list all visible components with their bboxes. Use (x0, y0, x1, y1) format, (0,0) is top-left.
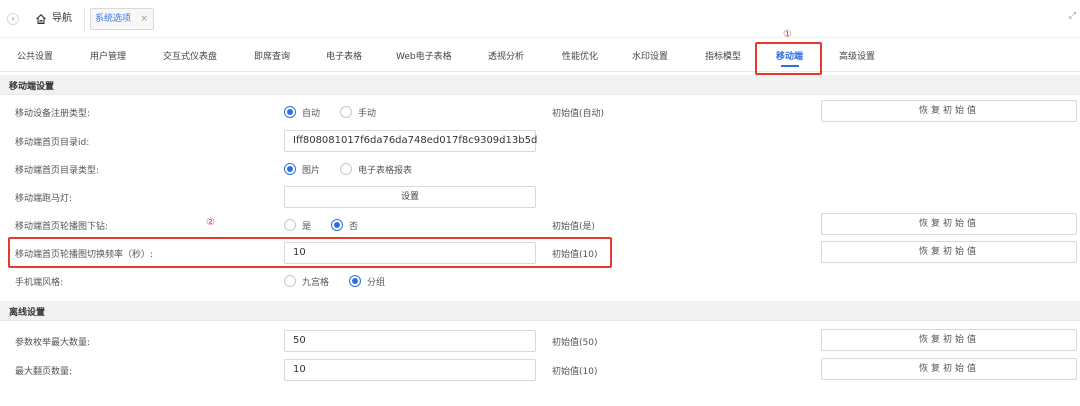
initial-value: 初始值(是) (552, 222, 596, 232)
open-tab-system-options[interactable]: 系统选项 × (90, 8, 154, 30)
tab-pivot-analysis[interactable]: 透视分析 (488, 49, 524, 62)
expand-icon[interactable]: ⤢ (1069, 11, 1076, 21)
radio-label[interactable]: 图片 (302, 163, 320, 176)
radio-label[interactable]: 分组 (367, 275, 385, 288)
restore-default-button[interactable]: 恢复初始值 (821, 358, 1077, 380)
initial-value: 初始值(自动) (552, 109, 605, 119)
setting-label: 最大翻页数量: (15, 367, 73, 377)
collapse-sidebar-button[interactable]: › (7, 13, 19, 25)
top-bar: › 导航 系统选项 × ⤢ (0, 0, 1080, 38)
setting-row-param-max: 参数枚举最大数量: 50 初始值(50) 恢复初始值 (0, 329, 1080, 353)
tab-interactive-dashboard[interactable]: 交互式仪表盘 (163, 49, 217, 62)
restore-default-button[interactable]: 恢复初始值 (821, 241, 1077, 263)
radio-group: 自动 手动 (284, 105, 396, 119)
tab-watermark[interactable]: 水印设置 (632, 49, 668, 62)
setting-row-max-pages: 最大翻页数量: 10 初始值(10) 恢复初始值 (0, 358, 1080, 382)
radio-manual[interactable] (340, 106, 353, 118)
section-header-mobile: 移动端设置 (0, 75, 1080, 95)
max-pages-input[interactable]: 10 (284, 359, 536, 381)
radio-nine-grid[interactable] (284, 275, 296, 287)
radio-label[interactable]: 手动 (358, 106, 376, 119)
radio-no[interactable] (331, 219, 344, 231)
setting-row-marquee: 移动端跑马灯: 设置 (0, 185, 1080, 209)
tab-indicator-model[interactable]: 指标模型 (705, 49, 741, 62)
home-icon[interactable] (35, 13, 47, 25)
radio-auto[interactable] (284, 106, 296, 118)
setting-row-phone-style: 手机端风格: 九宫格 分组 (0, 269, 1080, 293)
setting-label: 参数枚举最大数量: (15, 338, 91, 348)
radio-label[interactable]: 电子表格报表 (358, 163, 412, 176)
setting-label: 移动端首页轮播图下钻: (15, 222, 109, 232)
tab-adhoc-query[interactable]: 即席查询 (254, 49, 290, 62)
annotation-box-1 (755, 42, 822, 75)
section-title: 移动端设置 (9, 82, 55, 92)
radio-yes[interactable] (284, 219, 296, 231)
setting-label: 移动端首页目录id: (15, 138, 90, 148)
setting-row-registration-type: 移动设备注册类型: 自动 手动 初始值(自动) 恢复初始值 (0, 100, 1080, 124)
restore-default-button[interactable]: 恢复初始值 (821, 329, 1077, 351)
radio-group-style[interactable] (349, 275, 362, 287)
settings-tabs: 公共设置 用户管理 交互式仪表盘 即席查询 电子表格 Web电子表格 透视分析 … (0, 40, 1080, 72)
param-max-input[interactable]: 50 (284, 330, 536, 352)
radio-group: 图片 电子表格报表 (284, 162, 432, 176)
topbar-divider (84, 8, 85, 32)
open-tab-label: 系统选项 (95, 14, 132, 24)
tab-user-management[interactable]: 用户管理 (90, 49, 126, 62)
radio-label[interactable]: 九宫格 (302, 275, 329, 288)
home-dir-id-input[interactable]: Iff808081017f6da76da748ed017f8c9309d13b5… (284, 130, 537, 152)
section-header-offline: 离线设置 (0, 301, 1080, 321)
radio-spreadsheet-report[interactable] (340, 163, 353, 175)
annotation-marker-1: ① (783, 29, 792, 40)
close-icon[interactable]: × (140, 9, 148, 29)
radio-group: 是 否 (284, 218, 378, 232)
section-title: 离线设置 (9, 308, 46, 318)
initial-value: 初始值(50) (552, 338, 598, 348)
nav-label[interactable]: 导航 (52, 13, 72, 25)
tab-spreadsheet[interactable]: 电子表格 (326, 49, 362, 62)
initial-value: 初始值(10) (552, 367, 598, 377)
tab-public-settings[interactable]: 公共设置 (17, 49, 53, 62)
setting-label: 移动端跑马灯: (15, 194, 73, 204)
restore-default-button[interactable]: 恢复初始值 (821, 100, 1077, 122)
setting-row-carousel-pulldown: 移动端首页轮播图下钻: 是 否 初始值(是) 恢复初始值 (0, 213, 1080, 237)
marquee-settings-button[interactable]: 设置 (284, 186, 536, 208)
annotation-box-2 (8, 237, 612, 268)
radio-label[interactable]: 自动 (302, 106, 320, 119)
radio-image[interactable] (284, 163, 296, 175)
tab-performance[interactable]: 性能优化 (562, 49, 598, 62)
setting-row-home-dir-type: 移动端首页目录类型: 图片 电子表格报表 (0, 157, 1080, 181)
setting-label: 移动端首页目录类型: (15, 166, 100, 176)
restore-default-button[interactable]: 恢复初始值 (821, 213, 1077, 235)
tab-advanced-settings[interactable]: 高级设置 (839, 49, 875, 62)
setting-row-home-dir-id: 移动端首页目录id: Iff808081017f6da76da748ed017f… (0, 129, 1080, 153)
radio-label[interactable]: 否 (349, 219, 358, 232)
radio-group: 九宫格 分组 (284, 274, 405, 288)
setting-label: 移动设备注册类型: (15, 109, 91, 119)
radio-label[interactable]: 是 (302, 219, 311, 232)
setting-label: 手机端风格: (15, 278, 64, 288)
tab-web-spreadsheet[interactable]: Web电子表格 (396, 49, 452, 62)
